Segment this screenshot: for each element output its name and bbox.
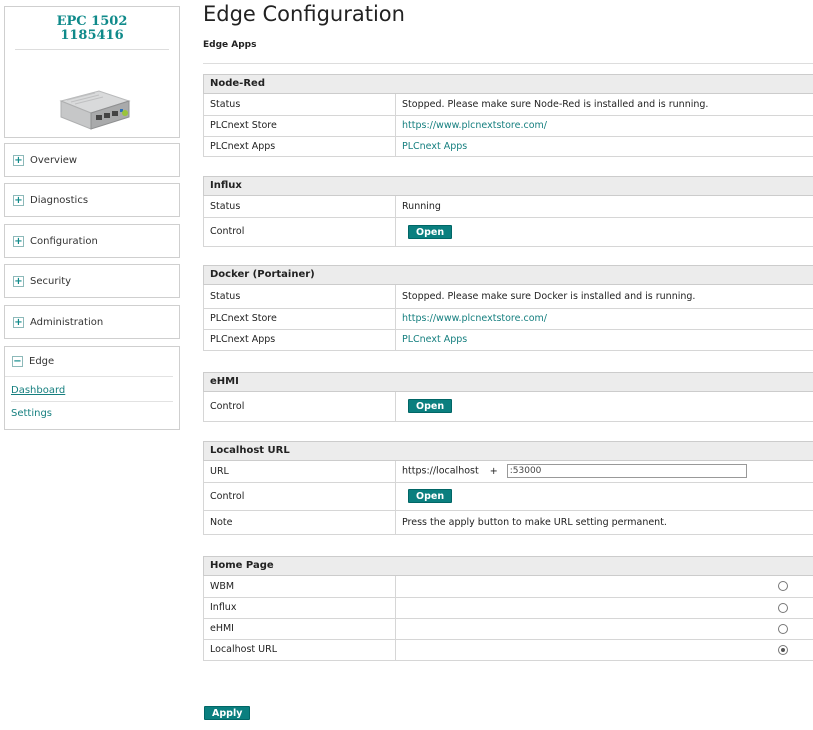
- status-value: Running: [395, 196, 813, 218]
- section-title: Influx: [203, 176, 813, 196]
- control-label: Control: [203, 217, 396, 247]
- nav-administration[interactable]: + Administration: [4, 305, 180, 339]
- minus-icon: −: [12, 356, 23, 367]
- device-divider: [15, 49, 169, 50]
- table-row: PLCnext Store https://www.plcnextstore.c…: [203, 115, 813, 137]
- nav-administration-label: Administration: [30, 316, 104, 328]
- option-label-wbm: WBM: [203, 576, 396, 598]
- radio-ehmi[interactable]: [778, 623, 788, 634]
- section-docker: Docker (Portainer) Status Stopped. Pleas…: [203, 265, 813, 351]
- plcnext-apps-link[interactable]: PLCnext Apps: [402, 334, 467, 345]
- radio-influx[interactable]: [778, 602, 788, 613]
- plus-icon: +: [13, 154, 24, 166]
- plus-icon: +: [13, 275, 24, 287]
- table-row: PLCnext Apps PLCnext Apps: [203, 136, 813, 157]
- note-value: Press the apply button to make URL setti…: [395, 510, 813, 535]
- ehmi-table: Control Open: [203, 392, 813, 422]
- section-title: Localhost URL: [203, 441, 813, 461]
- status-value: Stopped. Please make sure Node-Red is in…: [395, 94, 813, 116]
- nav-configuration-label: Configuration: [30, 235, 98, 247]
- option-label-influx: Influx: [203, 597, 396, 619]
- nav-configuration[interactable]: + Configuration: [4, 224, 180, 258]
- page-title: Edge Configuration: [203, 2, 405, 26]
- store-label: PLCnext Store: [203, 308, 396, 330]
- section-ehmi: eHMI Control Open: [203, 372, 813, 422]
- plus-icon: +: [13, 235, 24, 247]
- table-row: Control Open: [203, 392, 813, 422]
- status-value: Stopped. Please make sure Docker is inst…: [395, 285, 813, 309]
- store-label: PLCnext Store: [203, 115, 396, 137]
- section-title: eHMI: [203, 372, 813, 392]
- page-divider: [203, 63, 813, 64]
- table-row: Control Open: [203, 217, 813, 247]
- table-row: Status Stopped. Please make sure Node-Re…: [203, 94, 813, 116]
- table-row: Control Open: [203, 482, 813, 511]
- plcnext-apps-link[interactable]: PLCnext Apps: [402, 141, 467, 152]
- device-serial: 1185416: [60, 28, 124, 43]
- table-row: PLCnext Store https://www.plcnextstore.c…: [203, 308, 813, 330]
- option-label-ehmi: eHMI: [203, 618, 396, 640]
- radio-wbm[interactable]: [778, 581, 788, 591]
- section-title: Docker (Portainer): [203, 265, 813, 285]
- nav-edge-label: Edge: [29, 356, 55, 367]
- section-home-page: Home Page WBM Influx eHMI Localhost URL: [203, 556, 813, 661]
- home-page-table: WBM Influx eHMI Localhost URL: [203, 576, 813, 661]
- apply-button[interactable]: Apply: [204, 706, 251, 720]
- localhost-table: URL https://localhost + Control Open Not…: [203, 461, 813, 535]
- nav-diagnostics[interactable]: + Diagnostics: [4, 183, 180, 217]
- nav-overview[interactable]: + Overview: [4, 143, 180, 177]
- apps-label: PLCnext Apps: [203, 136, 396, 157]
- table-row: Note Press the apply button to make URL …: [203, 510, 813, 535]
- url-plus: +: [489, 465, 498, 477]
- option-label-localhost: Localhost URL: [203, 639, 396, 661]
- docker-table: Status Stopped. Please make sure Docker …: [203, 285, 813, 351]
- table-row: URL https://localhost +: [203, 461, 813, 483]
- ehmi-open-button[interactable]: Open: [408, 399, 453, 414]
- port-input[interactable]: [506, 464, 747, 479]
- device-model: EPC 1502: [56, 14, 128, 29]
- radio-localhost-url[interactable]: [778, 644, 788, 655]
- plcnext-store-link[interactable]: https://www.plcnextstore.com/: [402, 120, 547, 131]
- nav-edge-settings[interactable]: Settings: [11, 404, 179, 424]
- table-row: Influx: [203, 597, 813, 619]
- device-image: [59, 90, 131, 130]
- plus-icon: +: [13, 316, 24, 328]
- nav-edge[interactable]: − Edge: [5, 347, 173, 377]
- url-prefix: https://localhost: [402, 465, 479, 477]
- table-row: PLCnext Apps PLCnext Apps: [203, 329, 813, 351]
- localhost-open-button[interactable]: Open: [408, 489, 453, 503]
- nav-security-label: Security: [30, 275, 72, 287]
- nav-edge-group: − Edge Dashboard Settings: [4, 346, 180, 430]
- note-label: Note: [203, 510, 396, 535]
- page-subtitle: Edge Apps: [203, 40, 257, 50]
- plus-icon: +: [13, 194, 24, 206]
- section-node-red: Node-Red Status Stopped. Please make sur…: [203, 74, 813, 157]
- table-row: Localhost URL: [203, 639, 813, 661]
- nav-security[interactable]: + Security: [4, 264, 180, 298]
- apps-label: PLCnext Apps: [203, 329, 396, 351]
- table-row: Status Stopped. Please make sure Docker …: [203, 285, 813, 309]
- influx-open-button[interactable]: Open: [408, 224, 453, 239]
- section-localhost-url: Localhost URL URL https://localhost + Co…: [203, 441, 813, 535]
- table-row: Status Running: [203, 196, 813, 218]
- nav-divider: [11, 401, 173, 402]
- url-label: URL: [203, 461, 396, 483]
- control-label: Control: [203, 482, 396, 511]
- node-red-table: Status Stopped. Please make sure Node-Re…: [203, 94, 813, 157]
- section-title: Home Page: [203, 556, 813, 576]
- table-row: WBM: [203, 576, 813, 598]
- status-label: Status: [203, 196, 396, 218]
- control-label: Control: [203, 392, 396, 422]
- nav-edge-dashboard[interactable]: Dashboard: [11, 381, 179, 401]
- plcnext-store-link[interactable]: https://www.plcnextstore.com/: [402, 313, 547, 324]
- influx-table: Status Running Control Open: [203, 196, 813, 247]
- nav-overview-label: Overview: [30, 154, 78, 166]
- section-influx: Influx Status Running Control Open: [203, 176, 813, 247]
- table-row: eHMI: [203, 618, 813, 640]
- status-label: Status: [203, 285, 396, 309]
- status-label: Status: [203, 94, 396, 116]
- device-card: EPC 1502 1185416: [4, 6, 180, 138]
- section-title: Node-Red: [203, 74, 813, 94]
- nav-diagnostics-label: Diagnostics: [30, 194, 89, 206]
